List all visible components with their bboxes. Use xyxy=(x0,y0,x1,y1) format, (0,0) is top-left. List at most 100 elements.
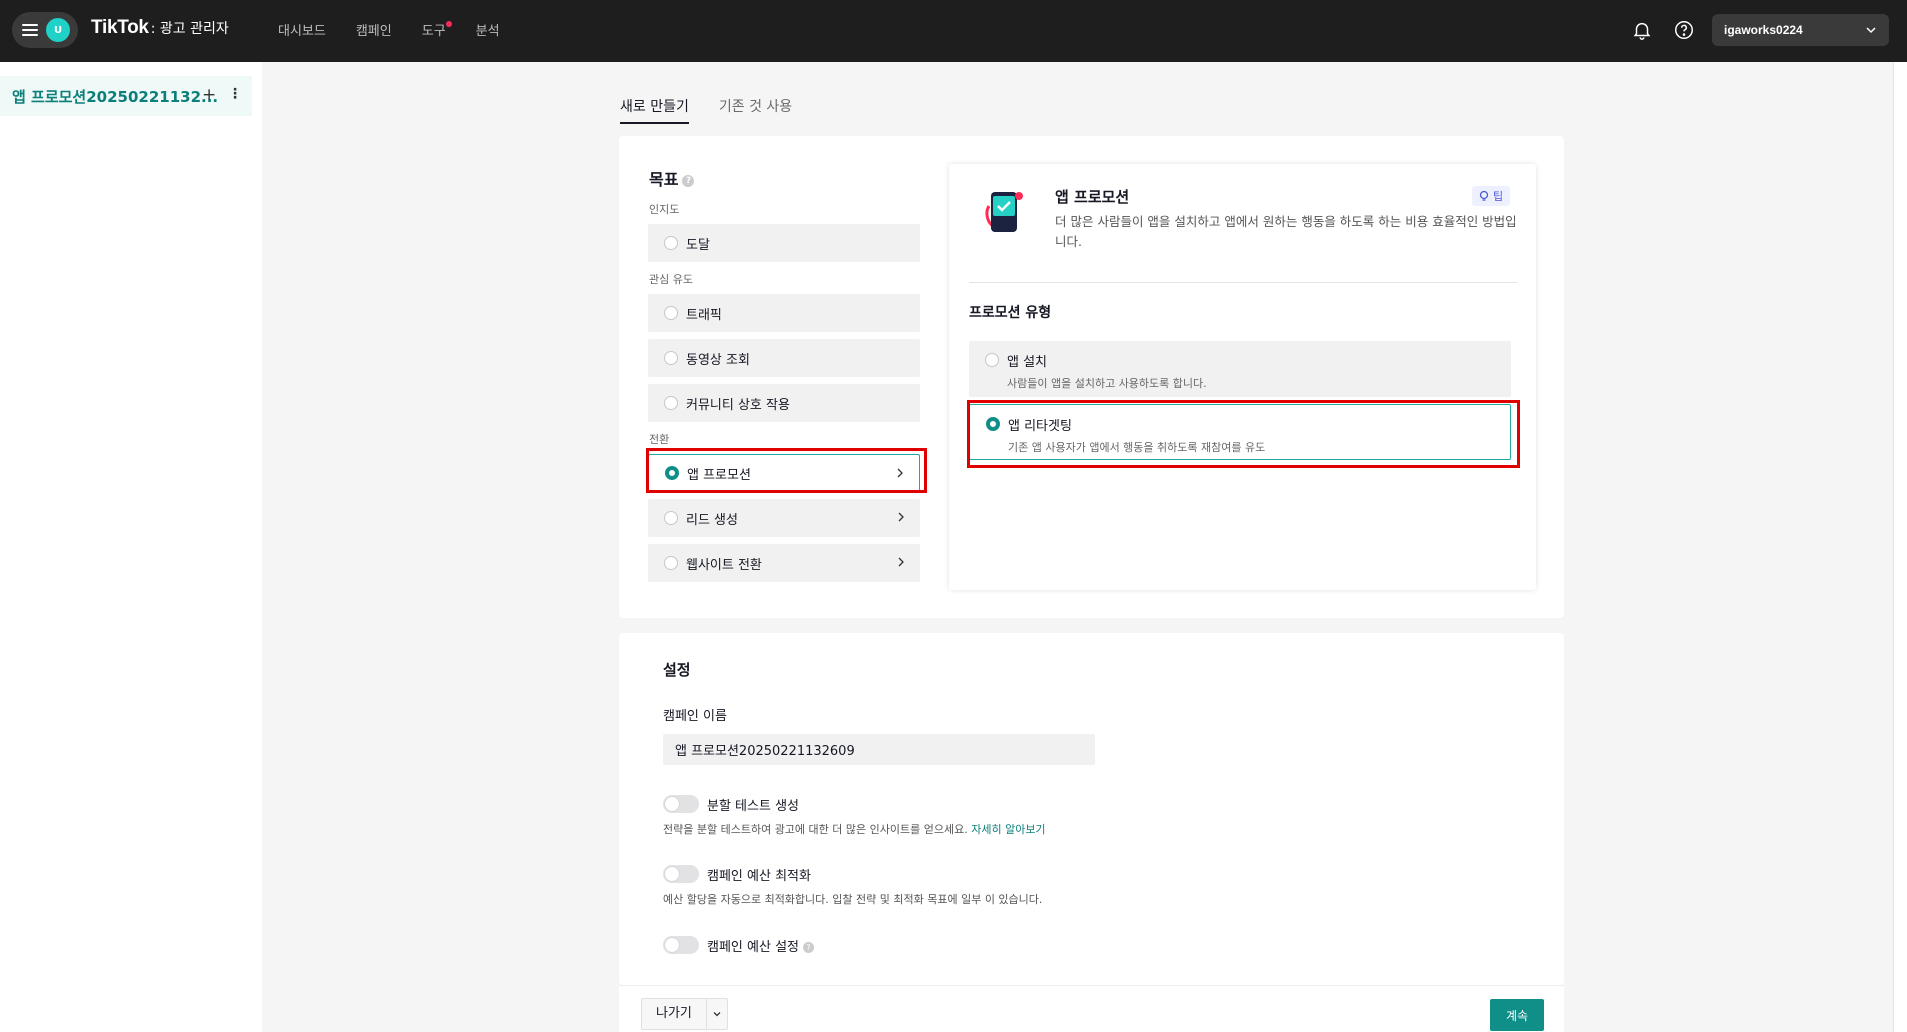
user-avatar[interactable]: U xyxy=(46,18,70,42)
option-label: 커뮤니티 상호 작용 xyxy=(686,397,790,413)
promotion-type-label: 앱 리타겟팅 xyxy=(1008,419,1072,434)
account-selector[interactable]: igaworks0224 xyxy=(1712,14,1889,46)
continue-button[interactable]: 계속 xyxy=(1490,999,1544,1031)
toggle-knob xyxy=(665,938,679,952)
campaign-name-label: 캠페인 이름 xyxy=(663,709,727,724)
chevron-right-icon xyxy=(897,468,903,478)
objective-reach[interactable]: 도달 xyxy=(648,224,920,262)
bell-icon[interactable] xyxy=(1631,19,1653,41)
budget-optimization-label: 캠페인 예산 최적화 xyxy=(707,869,811,884)
chevron-right-icon xyxy=(898,512,904,522)
help-icon[interactable]: ? xyxy=(803,942,814,953)
group-awareness: 인지도 xyxy=(649,203,680,216)
chevron-right-icon xyxy=(898,557,904,567)
toggle-knob xyxy=(665,797,679,811)
tab-use-existing[interactable]: 기존 것 사용 xyxy=(719,96,792,124)
radio-button-selected[interactable] xyxy=(986,417,1000,431)
nav-tools-label: 도구 xyxy=(421,24,446,39)
menu-toggle-button[interactable]: U xyxy=(12,12,78,48)
radio-button[interactable] xyxy=(664,511,678,525)
top-navigation-bar: U TikTok : 광고 관리자 대시보드 캠페인 도구 분석 igawork… xyxy=(0,0,1907,62)
objective-video-views[interactable]: 동영상 조회 xyxy=(648,339,920,377)
promotion-type-app-install[interactable]: 앱 설치 사람들이 앱을 설치하고 사용하도록 합니다. xyxy=(969,341,1511,397)
more-options-icon[interactable]: ⋮ xyxy=(228,86,242,102)
detail-description: 더 많은 사람들이 앱을 설치하고 앱에서 원하는 행동을 하도록 하는 비용 … xyxy=(1055,214,1517,249)
sidebar-campaign-name: 앱 프로모션20250221132... xyxy=(12,87,219,106)
group-conversion: 전환 xyxy=(649,433,670,446)
objective-community[interactable]: 커뮤니티 상호 작용 xyxy=(648,384,920,422)
sidebar-campaign-item[interactable]: 앱 프로모션20250221132... + ⋮ xyxy=(0,76,252,116)
divider xyxy=(969,282,1517,283)
radio-button-selected[interactable] xyxy=(665,466,679,480)
nav-dashboard[interactable]: 대시보드 xyxy=(278,20,326,39)
promotion-type-desc: 기존 앱 사용자가 앱에서 행동을 취하도록 재참여를 유도 xyxy=(1008,441,1266,454)
option-label: 앱 프로모션 xyxy=(687,467,751,483)
help-icon[interactable]: ? xyxy=(682,174,695,187)
tip-button[interactable]: 팁 xyxy=(1472,186,1511,206)
campaign-name-input[interactable] xyxy=(663,734,1095,765)
exit-dropdown-button[interactable] xyxy=(707,999,727,1029)
objective-lead-generation[interactable]: 리드 생성 xyxy=(648,499,920,537)
detail-title: 앱 프로모션 xyxy=(1055,188,1130,206)
split-test-desc-text: 전략을 분할 테스트하여 광고에 대한 더 많은 인사이트를 얻으세요. xyxy=(663,823,968,836)
radio-button[interactable] xyxy=(664,556,678,570)
objective-title: 목표? xyxy=(649,166,695,190)
page-scrollbar[interactable] xyxy=(1893,62,1907,1032)
budget-setting-toggle[interactable] xyxy=(663,936,699,954)
objective-website-conversion[interactable]: 웹사이트 전환 xyxy=(648,544,920,582)
option-label: 웹사이트 전환 xyxy=(686,557,762,573)
objective-card: 목표? 인지도 도달 관심 유도 트래픽 동영상 조회 커뮤니티 상호 작용 전… xyxy=(619,136,1564,618)
help-icon[interactable] xyxy=(1673,19,1695,41)
radio-button[interactable] xyxy=(664,236,678,250)
exit-button[interactable]: 나가기 xyxy=(642,999,707,1029)
chevron-down-icon xyxy=(713,1012,721,1017)
promotion-type-app-retargeting[interactable]: 앱 리타겟팅 기존 앱 사용자가 앱에서 행동을 취하도록 재참여를 유도 xyxy=(969,404,1511,460)
option-label: 도달 xyxy=(686,237,710,253)
budget-setting-label: 캠페인 예산 설정? xyxy=(707,936,814,955)
objective-traffic[interactable]: 트래픽 xyxy=(648,294,920,332)
campaign-sidebar: 앱 프로모션20250221132... + ⋮ xyxy=(0,62,262,1032)
objective-detail-panel: 앱 프로모션 팁 더 많은 사람들이 앱을 설치하고 앱에서 원하는 행동을 하… xyxy=(949,164,1536,590)
objective-app-promotion[interactable]: 앱 프로모션 xyxy=(648,454,920,492)
exit-button-group: 나가기 xyxy=(641,998,728,1030)
promotion-type-title: 프로모션 유형 xyxy=(969,305,1052,321)
group-consideration: 관심 유도 xyxy=(649,273,693,286)
notification-dot xyxy=(445,21,452,27)
hamburger-icon xyxy=(22,24,38,36)
promotion-type-label: 앱 설치 xyxy=(1007,355,1048,370)
split-test-label: 분할 테스트 생성 xyxy=(707,799,799,814)
account-name: igaworks0224 xyxy=(1724,23,1803,37)
settings-card: 설정 캠페인 이름 분할 테스트 생성 전략을 분할 테스트하여 광고에 대한 … xyxy=(619,633,1564,985)
promotion-type-desc: 사람들이 앱을 설치하고 사용하도록 합니다. xyxy=(1007,377,1207,390)
product-name: : 광고 관리자 xyxy=(150,21,229,37)
budget-optimization-toggle[interactable] xyxy=(663,865,699,883)
nav-analytics[interactable]: 분석 xyxy=(476,20,500,39)
learn-more-link[interactable]: 자세히 알아보기 xyxy=(971,823,1045,836)
radio-button[interactable] xyxy=(664,396,678,410)
lightbulb-icon xyxy=(1479,190,1489,201)
nav-tools[interactable]: 도구 xyxy=(421,20,452,39)
radio-button[interactable] xyxy=(664,306,678,320)
main-nav: 대시보드 캠페인 도구 분석 xyxy=(278,20,500,39)
option-label: 트래픽 xyxy=(686,307,722,323)
radio-button[interactable] xyxy=(985,353,999,367)
brand-name: TikTok xyxy=(91,17,149,38)
option-label: 동영상 조회 xyxy=(686,352,750,368)
split-test-toggle[interactable] xyxy=(663,795,699,813)
chevron-down-icon xyxy=(1866,27,1876,34)
add-icon[interactable]: + xyxy=(202,85,216,105)
nav-campaign[interactable]: 캠페인 xyxy=(356,20,392,39)
budget-optimization-desc: 예산 할당을 자동으로 최적화합니다. 입찰 전략 및 최적화 목표에 일부 이… xyxy=(663,893,1043,906)
tip-label: 팁 xyxy=(1493,190,1504,203)
option-label: 리드 생성 xyxy=(686,512,738,528)
toggle-knob xyxy=(665,867,679,881)
create-mode-tabs: 새로 만들기 기존 것 사용 xyxy=(620,96,792,124)
radio-button[interactable] xyxy=(664,351,678,365)
split-test-desc: 전략을 분할 테스트하여 광고에 대한 더 많은 인사이트를 얻으세요. 자세히… xyxy=(663,821,1046,837)
objective-title-label: 목표 xyxy=(649,170,679,189)
budget-setting-label-text: 캠페인 예산 설정 xyxy=(707,940,799,955)
settings-title: 설정 xyxy=(663,661,691,679)
tiktok-ads-manager-logo[interactable]: TikTok : 광고 관리자 xyxy=(91,17,229,39)
footer-action-bar: 나가기 계속 xyxy=(619,985,1564,1032)
tab-create-new[interactable]: 새로 만들기 xyxy=(620,96,689,124)
